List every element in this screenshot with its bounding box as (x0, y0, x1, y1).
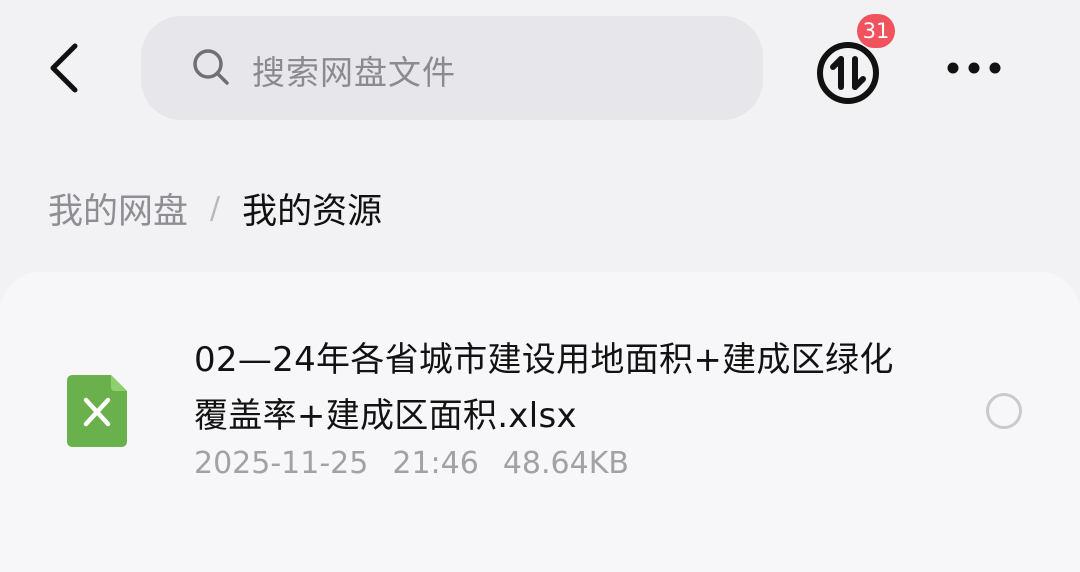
search-placeholder: 搜索网盘文件 (252, 53, 456, 92)
file-date: 2025-11-25 (194, 446, 369, 481)
file-list: 02—24年各省城市建设用地面积+建成区绿化覆盖率+建成区面积.xlsx 202… (0, 272, 1080, 572)
transfer-updown-icon (817, 42, 879, 104)
search-input[interactable]: 搜索网盘文件 (141, 16, 763, 120)
excel-file-icon (67, 375, 127, 447)
breadcrumb: 我的网盘 / 我的资源 (48, 183, 382, 233)
file-select-radio[interactable] (986, 393, 1022, 429)
more-options-button[interactable] (942, 50, 1006, 86)
back-chevron-icon (50, 43, 78, 93)
breadcrumb-current: 我的资源 (242, 191, 383, 232)
file-name: 02—24年各省城市建设用地面积+建成区绿化覆盖率+建成区面积.xlsx (194, 340, 894, 436)
transfer-count-badge: 31 (857, 14, 895, 48)
file-size: 48.64KB (502, 446, 629, 481)
top-navigation-bar: 搜索网盘文件 31 (0, 0, 1080, 140)
breadcrumb-root-link[interactable]: 我的网盘 (48, 183, 188, 234)
list-item[interactable]: 02—24年各省城市建设用地面积+建成区绿化覆盖率+建成区面积.xlsx 202… (0, 272, 1080, 531)
transfer-list-button[interactable] (814, 39, 882, 107)
breadcrumb-separator: / (210, 190, 221, 226)
more-horizontal-icon (947, 62, 1001, 74)
search-icon (193, 49, 229, 85)
file-time: 21:46 (392, 446, 479, 481)
file-meta: 2025-11-25 21:46 48.64KB (194, 446, 653, 481)
back-button[interactable] (36, 38, 92, 98)
